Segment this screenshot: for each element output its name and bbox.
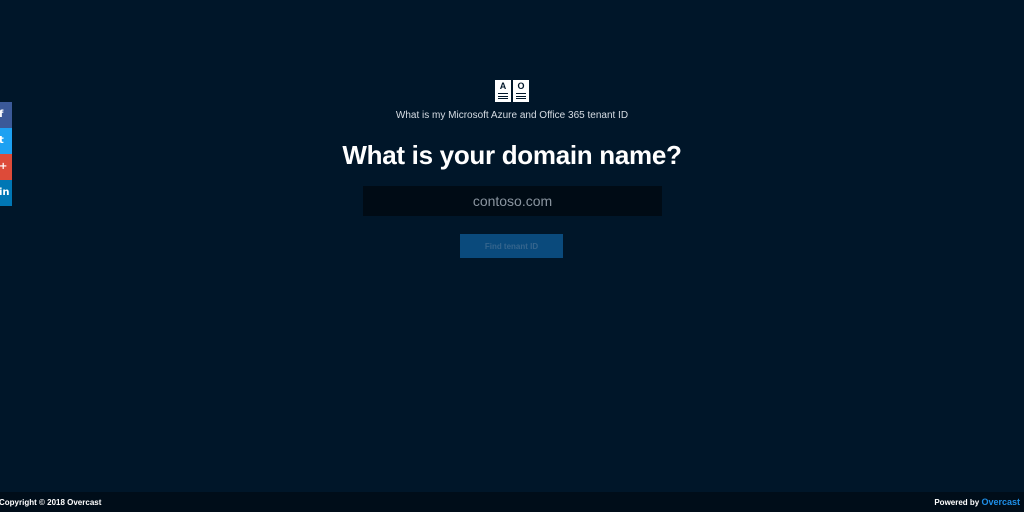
- azure-logo-icon: A: [495, 80, 511, 102]
- powered-by-text: Powered by Overcast: [934, 497, 1020, 507]
- linkedin-share-button[interactable]: in: [0, 180, 12, 206]
- page-title: What is your domain name?: [342, 140, 682, 170]
- domain-name-input[interactable]: [363, 186, 662, 216]
- overcast-link[interactable]: Overcast: [981, 497, 1020, 507]
- powered-by-prefix: Powered by: [934, 498, 982, 507]
- product-logos: A O: [0, 80, 1024, 102]
- find-tenant-id-button[interactable]: Find tenant ID: [460, 234, 563, 258]
- linkedin-icon: in: [0, 187, 10, 198]
- copyright-text: Copyright © 2018 Overcast: [0, 497, 102, 507]
- page: f t + in A O What is my Microsoft Azure …: [0, 0, 1024, 512]
- footer: Copyright © 2018 Overcast Powered by Ove…: [0, 492, 1024, 512]
- page-subtitle: What is my Microsoft Azure and Office 36…: [395, 110, 629, 121]
- office-logo-icon: O: [513, 80, 529, 102]
